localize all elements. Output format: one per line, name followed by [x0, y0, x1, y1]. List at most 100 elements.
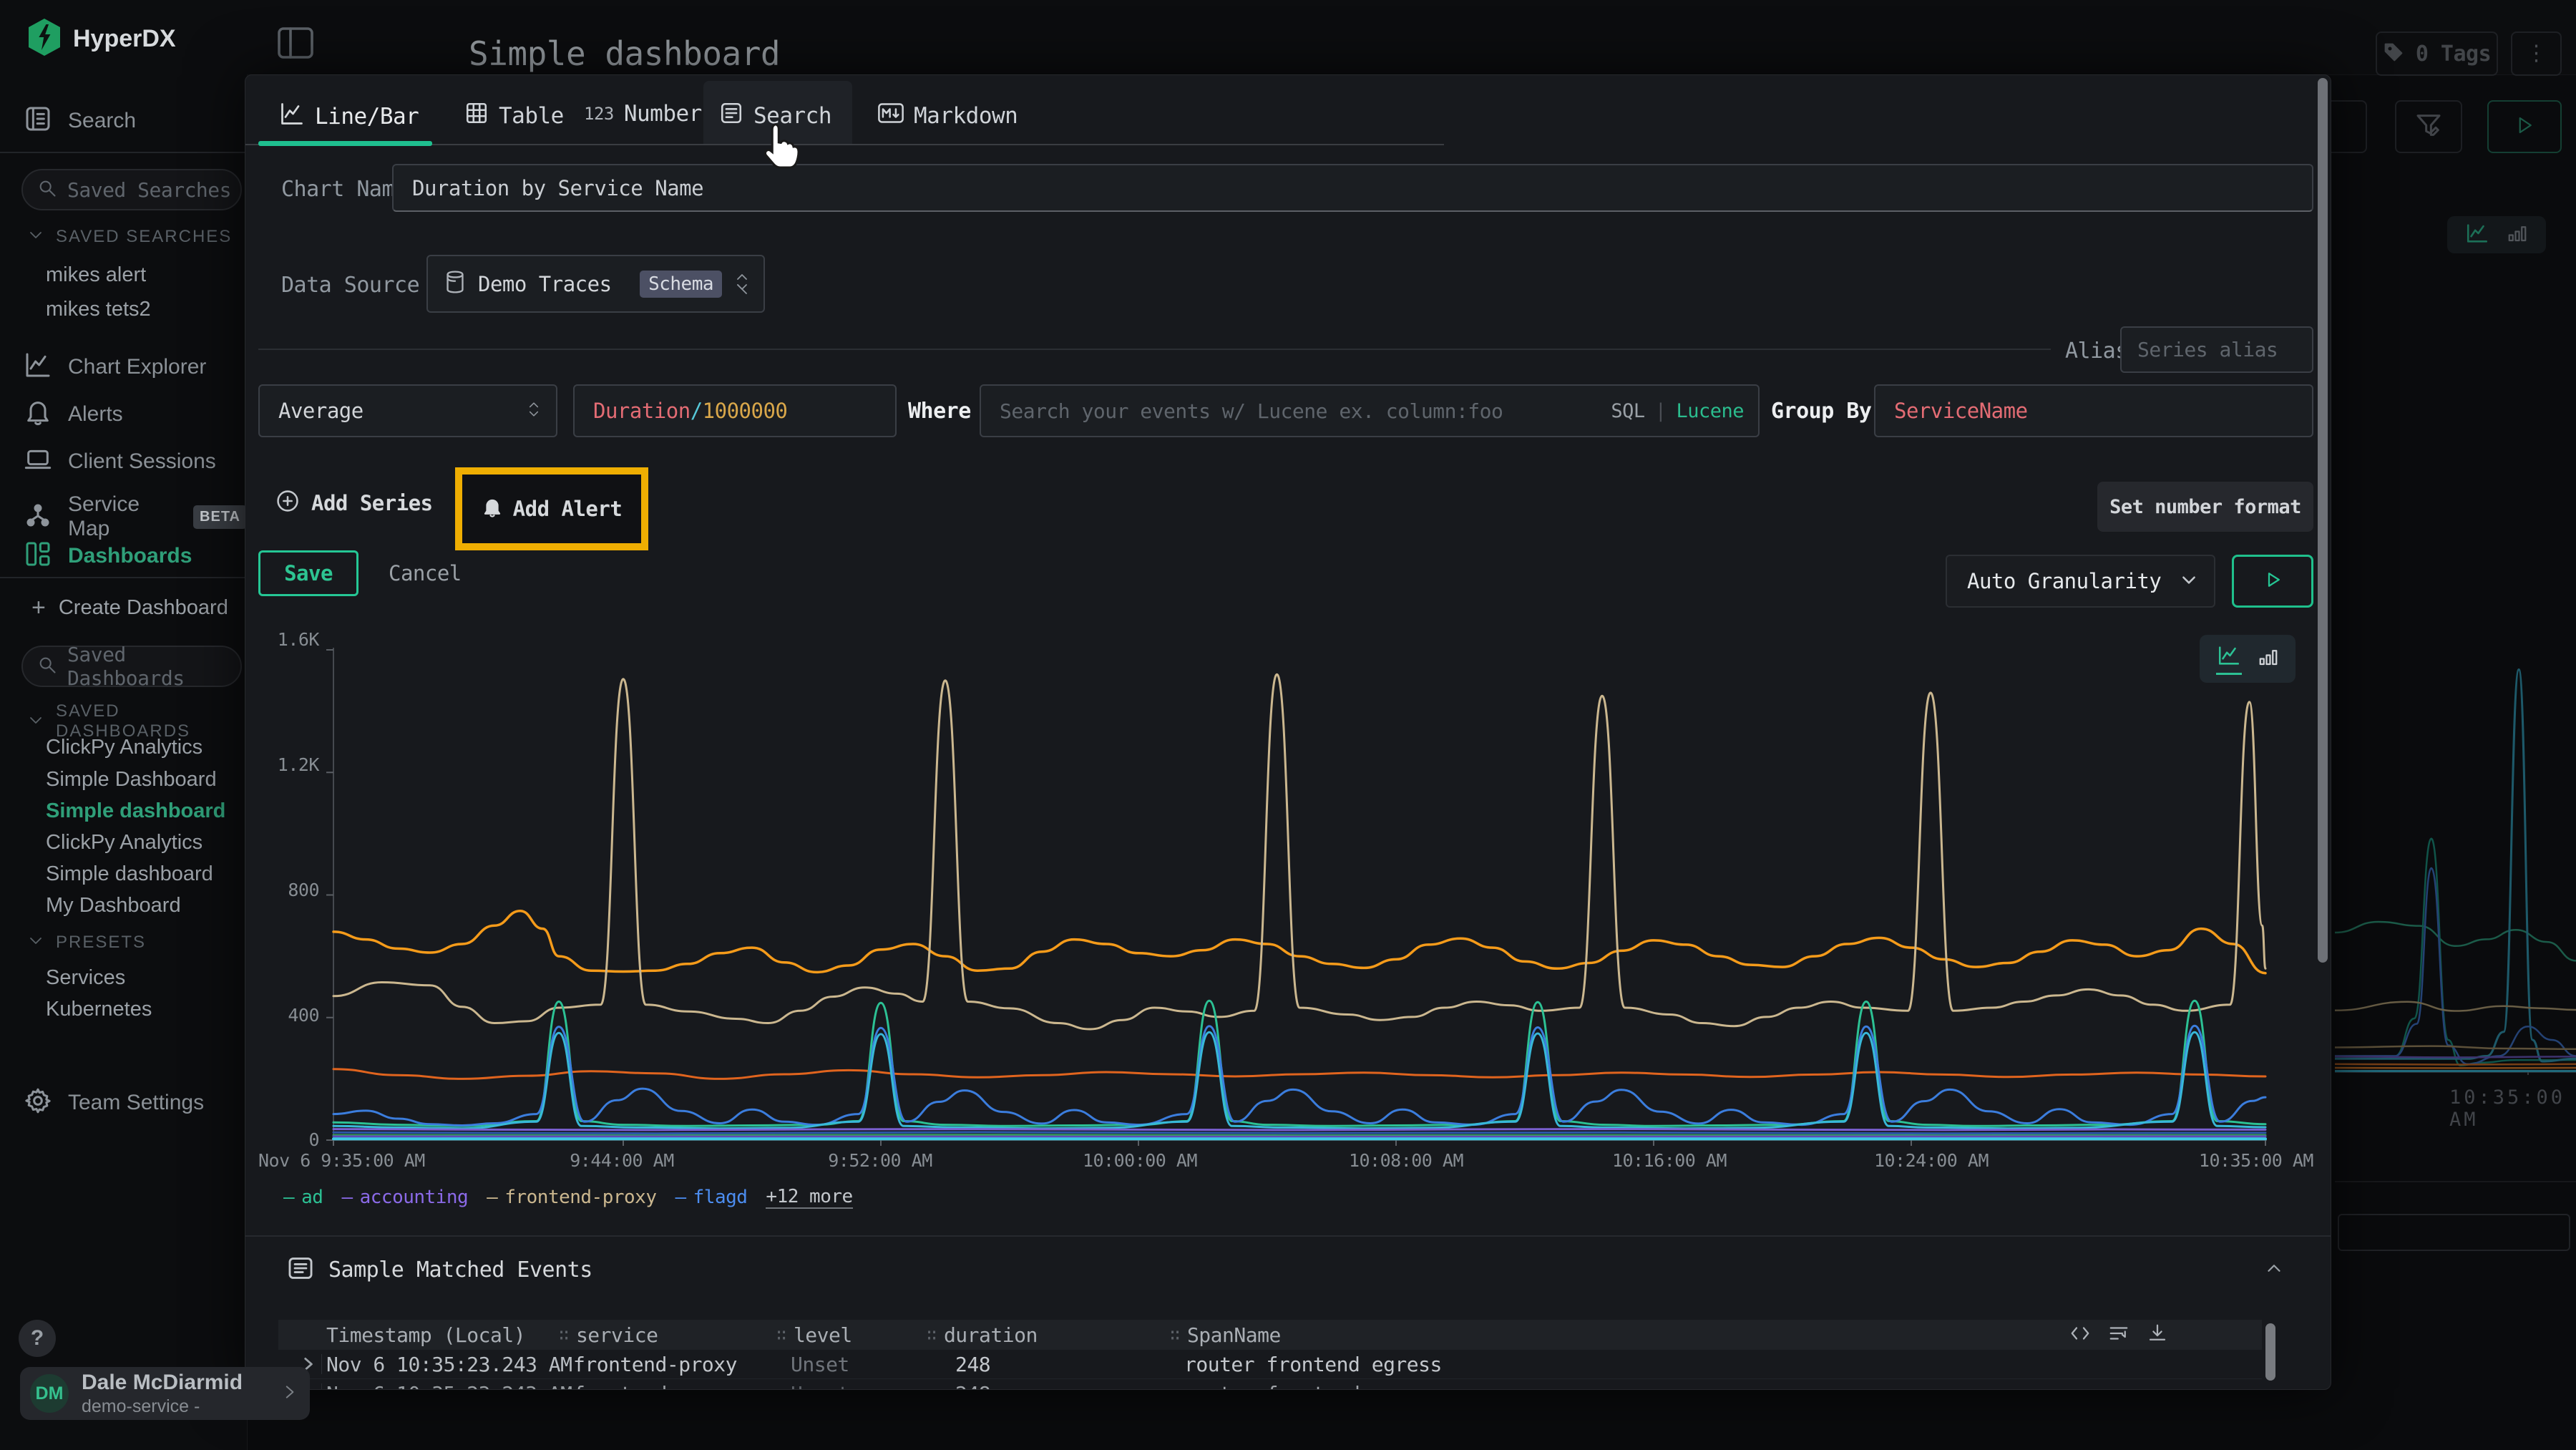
tags-button[interactable]: 0 Tags — [2376, 31, 2498, 76]
preset-item[interactable]: Services — [46, 966, 125, 990]
saved-search-item[interactable]: mikes tets2 — [46, 298, 151, 321]
play-icon — [2514, 115, 2535, 140]
alias-input[interactable]: Series alias — [2120, 326, 2313, 373]
legend-item[interactable]: —accounting — [341, 1187, 468, 1208]
event-row-partial[interactable]: Nov 6 10:35:23.243 AM frontend-proxy Uns… — [278, 1379, 2262, 1390]
cancel-button[interactable]: Cancel — [389, 550, 462, 596]
sidebar-item-client-sessions[interactable]: Client Sessions — [24, 445, 216, 477]
drag-handle-icon[interactable]: ∷ — [1170, 1325, 1180, 1345]
filter-button[interactable] — [2395, 100, 2462, 153]
mouse-cursor — [757, 122, 803, 175]
legend-dash: — — [283, 1187, 294, 1208]
drag-handle-icon[interactable]: ∷ — [776, 1325, 786, 1345]
sidebar-toggle-icon[interactable] — [278, 27, 313, 62]
y-tick-label: 800 — [255, 880, 319, 900]
saved-dashboard-item[interactable]: ClickPy Analytics — [46, 736, 203, 759]
legend-item[interactable]: —frontend-proxy — [487, 1187, 656, 1208]
column-level[interactable]: level — [794, 1323, 852, 1347]
field-expression-input[interactable]: Duration/1000000 — [573, 384, 897, 437]
page-title[interactable]: Simple dashboard — [469, 34, 780, 73]
create-dashboard-button[interactable]: + Create Dashboard — [31, 594, 228, 622]
cell-spanname: router frontend egress — [1184, 1353, 1442, 1376]
aggregation-select[interactable]: Average — [258, 384, 557, 437]
saved-dashboard-item[interactable]: My Dashboard — [46, 894, 181, 918]
save-button[interactable]: Save — [258, 550, 358, 596]
background-toolbar — [2331, 97, 2576, 155]
column-timestamp[interactable]: Timestamp (Local) — [326, 1323, 525, 1347]
plus-icon: + — [31, 594, 46, 622]
y-tick-label: 1.2K — [255, 754, 319, 775]
background-input[interactable] — [2338, 1214, 2570, 1251]
saved-dashboards-input[interactable]: Saved Dashboards — [21, 646, 242, 687]
set-number-format-button[interactable]: Set number format — [2097, 482, 2313, 532]
drag-handle-icon[interactable]: ∷ — [559, 1325, 569, 1345]
saved-dashboard-item[interactable]: Simple dashboard — [46, 862, 213, 886]
column-spanname[interactable]: SpanName — [1187, 1323, 1281, 1347]
cell-duration: 248 — [955, 1353, 990, 1376]
legend-item[interactable]: —ad — [283, 1187, 323, 1208]
data-source-select[interactable]: Demo Traces Schema — [426, 255, 765, 313]
add-alert-button[interactable]: Add Alert — [482, 497, 623, 522]
sidebar-item-dashboards[interactable]: Dashboards — [24, 540, 192, 572]
run-query-button-bg[interactable] — [2487, 100, 2562, 153]
saved-search-item[interactable]: mikes alert — [46, 263, 146, 287]
where-search-input[interactable]: Search your events w/ Lucene ex. column:… — [980, 384, 1760, 437]
tab-markdown[interactable]: Markdown — [878, 101, 1018, 131]
group-by-input[interactable]: ServiceName — [1874, 384, 2313, 437]
sidebar-item-search[interactable]: Search — [24, 104, 136, 137]
bell-icon — [482, 497, 503, 522]
constant-token: 1000000 — [703, 399, 788, 423]
background-chart-type-toggle[interactable] — [2447, 216, 2546, 253]
header-kebab-button[interactable]: ⋮ — [2511, 31, 2562, 76]
time-range-button-partial[interactable] — [2331, 100, 2367, 153]
granularity-select[interactable]: Auto Granularity — [1946, 555, 2215, 608]
chart-name-input[interactable]: Duration by Service Name — [392, 164, 2313, 212]
tab-line-bar[interactable]: Line/Bar — [279, 101, 419, 132]
collapse-chevron-icon[interactable] — [2263, 1257, 2285, 1283]
run-chart-button[interactable] — [2232, 555, 2313, 608]
saved-searches-header[interactable]: SAVED SEARCHES — [27, 226, 232, 247]
saved-searches-input[interactable]: Saved Searches — [21, 169, 242, 210]
sidebar-item-chart-explorer[interactable]: Chart Explorer — [24, 351, 206, 383]
sidebar-item-alerts[interactable]: Alerts — [24, 398, 123, 430]
user-menu[interactable]: DM Dale McDiarmid demo-service - — [20, 1367, 310, 1420]
sample-events-header[interactable]: Sample Matched Events — [287, 1255, 592, 1285]
help-button[interactable]: ? — [19, 1320, 56, 1357]
drag-handle-icon[interactable]: ∷ — [927, 1325, 937, 1345]
saved-dashboard-item[interactable]: ClickPy Analytics — [46, 831, 203, 855]
y-tick-label: 1.6K — [255, 629, 319, 650]
column-service[interactable]: service — [576, 1323, 658, 1347]
tab-number[interactable]: 123 Number — [584, 101, 702, 127]
sidebar-item-service-map[interactable]: Service Map BETA — [24, 492, 247, 541]
download-icon[interactable] — [2146, 1323, 2169, 1348]
tab-table[interactable]: Table — [464, 101, 564, 131]
add-series-button[interactable]: Add Series — [275, 489, 433, 517]
lucene-toggle[interactable]: Lucene — [1676, 400, 1744, 422]
wrap-lines-icon[interactable] — [2107, 1323, 2130, 1348]
events-table-scrollbar[interactable] — [2265, 1323, 2275, 1381]
event-row[interactable]: Nov 6 10:35:23.243 AM frontend-proxy Uns… — [278, 1350, 2262, 1379]
chart-type-toggle[interactable] — [2200, 635, 2296, 683]
duration-line-chart[interactable] — [326, 638, 2298, 1146]
x-tick-label: 10:16:00 AM — [1601, 1150, 1737, 1171]
saved-dashboard-item-active[interactable]: Simple dashboard — [46, 799, 225, 823]
legend-more-link[interactable]: +12 more — [766, 1186, 852, 1209]
presets-header[interactable]: PRESETS — [27, 932, 146, 953]
select-chevrons-icon — [526, 399, 542, 424]
cell-timestamp: Nov 6 10:35:23.243 AM — [326, 1382, 572, 1391]
legend-item[interactable]: —flagd — [675, 1187, 747, 1208]
search-doc-icon — [24, 104, 52, 137]
x-tick-label: 9:44:00 AM — [557, 1150, 686, 1171]
tag-icon — [2383, 42, 2404, 67]
modal-scrollbar[interactable] — [2318, 78, 2328, 963]
divider — [2335, 1181, 2576, 1182]
sidebar-item-team-settings[interactable]: Team Settings — [24, 1086, 204, 1119]
code-icon[interactable] — [2069, 1323, 2092, 1348]
column-duration[interactable]: duration — [944, 1323, 1038, 1347]
saved-dashboard-item[interactable]: Simple Dashboard — [46, 768, 217, 792]
divider — [0, 577, 247, 578]
app-logo[interactable]: HyperDX — [27, 19, 176, 59]
sql-toggle[interactable]: SQL — [1611, 400, 1644, 422]
preset-item[interactable]: Kubernetes — [46, 998, 152, 1021]
line-chart-icon — [24, 351, 52, 383]
